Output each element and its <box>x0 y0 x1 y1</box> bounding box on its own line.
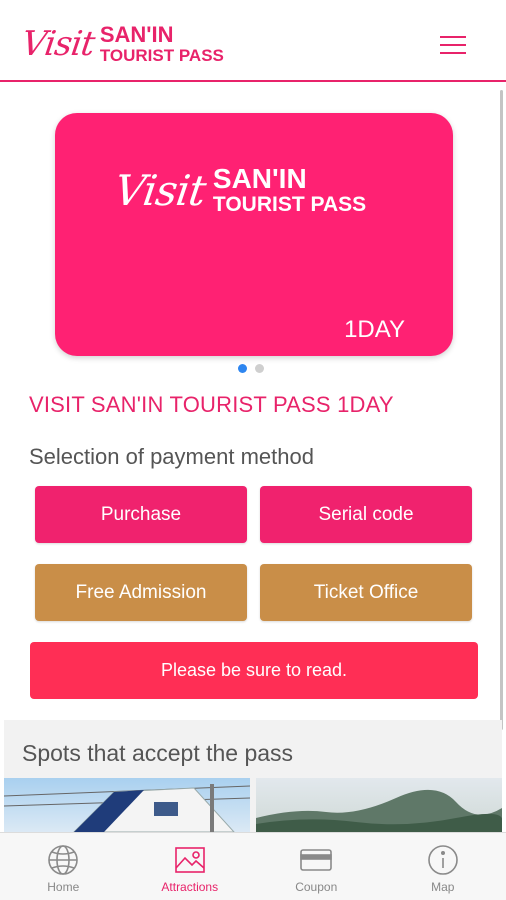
tab-coupon-label: Coupon <box>295 880 338 894</box>
pass-title: VISIT SAN'IN TOURIST PASS 1DAY <box>29 392 394 417</box>
logo-wordmark: SAN'IN TOURIST PASS <box>99 22 224 65</box>
tab-home-label: Home <box>47 880 80 894</box>
card-logo-visit: Visit <box>111 165 209 215</box>
card-logo: Visit SAN'IN TOURIST PASS <box>111 163 367 216</box>
app-header: Visit SAN'IN TOURIST PASS <box>0 0 506 82</box>
info-icon <box>425 843 461 877</box>
carousel-dot-1[interactable] <box>238 364 247 373</box>
pass-card[interactable]: Visit SAN'IN TOURIST PASS 1DAY <box>55 113 453 356</box>
free-admission-button[interactable]: Free Admission <box>35 564 247 621</box>
tab-map[interactable]: Map <box>380 833 506 900</box>
purchase-button[interactable]: Purchase <box>35 486 247 543</box>
tab-home[interactable]: Home <box>0 833 127 900</box>
spot-thumbnail-2[interactable] <box>256 778 502 832</box>
image-icon <box>172 843 208 877</box>
globe-icon <box>45 843 81 877</box>
logo-visit-text: Visit <box>19 24 97 64</box>
card-wordmark: SAN'IN TOURIST PASS <box>212 163 367 216</box>
hamburger-menu-icon[interactable] <box>440 36 470 58</box>
card-logo-line-1: SAN'IN <box>212 163 307 194</box>
logo-line-2: TOURIST PASS <box>99 46 224 65</box>
app-logo[interactable]: Visit SAN'IN TOURIST PASS <box>19 20 224 68</box>
spots-section: Spots that accept the pass <box>4 720 502 832</box>
spot-thumbnail-1[interactable] <box>4 778 250 832</box>
logo-line-1: SAN'IN <box>99 22 174 47</box>
carousel-dot-2[interactable] <box>255 364 264 373</box>
scrollbar[interactable] <box>500 90 503 730</box>
tab-attractions-label: Attractions <box>161 880 219 894</box>
tab-coupon[interactable]: Coupon <box>253 833 380 900</box>
card-icon <box>298 843 334 877</box>
payment-method-heading: Selection of payment method <box>29 444 314 469</box>
tab-attractions[interactable]: Attractions <box>127 833 254 900</box>
bottom-tab-bar: Home Attractions Coupon Map <box>0 832 506 900</box>
serial-code-button[interactable]: Serial code <box>260 486 472 543</box>
tab-map-label: Map <box>431 880 455 894</box>
carousel-dots <box>238 364 264 373</box>
card-logo-line-2: TOURIST PASS <box>212 193 367 216</box>
spots-heading: Spots that accept the pass <box>22 740 294 766</box>
read-notice-button[interactable]: Please be sure to read. <box>30 642 478 699</box>
card-duration-label: 1DAY <box>344 316 405 343</box>
ticket-office-button[interactable]: Ticket Office <box>260 564 472 621</box>
